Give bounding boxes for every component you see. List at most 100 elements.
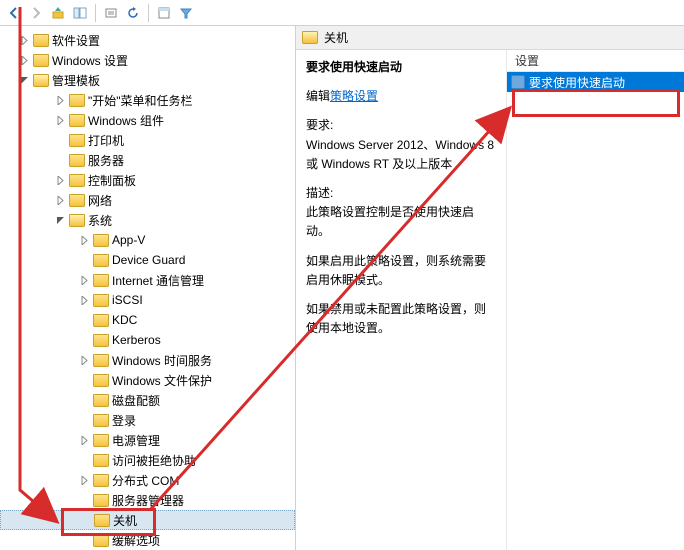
tree-item-label: 网络 xyxy=(88,192,112,209)
tree-item[interactable]: 网络 xyxy=(0,190,295,210)
tree-item[interactable]: 软件设置 xyxy=(0,30,295,50)
tree-item[interactable]: 控制面板 xyxy=(0,170,295,190)
edit-policy-link[interactable]: 策略设置 xyxy=(330,89,378,103)
tree-item[interactable]: App-V xyxy=(0,230,295,250)
tree-item[interactable]: 打印机 xyxy=(0,130,295,150)
tree-item[interactable]: 系统 xyxy=(0,210,295,230)
folder-icon xyxy=(93,274,109,287)
folder-icon xyxy=(93,234,109,247)
expander-icon[interactable] xyxy=(78,354,90,366)
tree-item[interactable]: 电源管理 xyxy=(0,430,295,450)
expander-icon[interactable] xyxy=(18,34,30,46)
folder-icon xyxy=(93,414,109,427)
folder-icon xyxy=(93,374,109,387)
folder-icon xyxy=(93,254,109,267)
properties-button[interactable] xyxy=(154,3,174,23)
show-hide-button[interactable] xyxy=(70,3,90,23)
tree-item[interactable]: 分布式 COM xyxy=(0,470,295,490)
back-button[interactable] xyxy=(4,3,24,23)
expander-icon[interactable] xyxy=(54,94,66,106)
folder-icon xyxy=(69,134,85,147)
up-button[interactable] xyxy=(48,3,68,23)
tree-item[interactable]: 服务器管理器 xyxy=(0,490,295,510)
expander-icon[interactable] xyxy=(54,214,66,226)
tree-item[interactable]: Device Guard xyxy=(0,250,295,270)
tree-item[interactable]: Windows 时间服务 xyxy=(0,350,295,370)
tree-item[interactable]: 服务器 xyxy=(0,150,295,170)
expander-icon[interactable] xyxy=(78,234,90,246)
tree-item[interactable]: "开始"菜单和任务栏 xyxy=(0,90,295,110)
folder-icon xyxy=(69,214,85,227)
disabled-text: 如果禁用或未配置此策略设置，则使用本地设置。 xyxy=(306,300,496,338)
forward-button[interactable] xyxy=(26,3,46,23)
expander-icon[interactable] xyxy=(78,474,90,486)
tree-item[interactable]: Windows 组件 xyxy=(0,110,295,130)
tree-item[interactable]: Windows 文件保护 xyxy=(0,370,295,390)
refresh-button[interactable] xyxy=(123,3,143,23)
tree-item-label: 服务器 xyxy=(88,152,124,169)
tree-item[interactable]: iSCSI xyxy=(0,290,295,310)
tree-panel[interactable]: 软件设置Windows 设置管理模板 "开始"菜单和任务栏 Windows 组件打印… xyxy=(0,26,296,550)
tree-item-label: 登录 xyxy=(112,412,136,429)
separator-icon xyxy=(148,4,149,22)
folder-icon xyxy=(69,154,85,167)
list-column: 设置 要求使用快速启动 xyxy=(506,50,684,550)
description-text: 此策略设置控制是否使用快速启动。 xyxy=(306,205,474,238)
folder-icon xyxy=(69,174,85,187)
tree-item-label: 控制面板 xyxy=(88,172,136,189)
requirements-label: 要求: xyxy=(306,118,333,132)
tree-item-label: Internet 通信管理 xyxy=(112,272,204,289)
folder-icon xyxy=(33,74,49,87)
expander-icon[interactable] xyxy=(54,114,66,126)
tree-item-label: 电源管理 xyxy=(112,432,160,449)
tree-item-label: Windows 组件 xyxy=(88,112,164,129)
folder-icon xyxy=(93,534,109,547)
policy-list-item[interactable]: 要求使用快速启动 xyxy=(507,72,684,92)
folder-icon xyxy=(93,314,109,327)
tree-item[interactable]: 登录 xyxy=(0,410,295,430)
tree-item-label: Kerberos xyxy=(112,333,161,347)
expander-icon[interactable] xyxy=(54,194,66,206)
folder-icon xyxy=(93,494,109,507)
folder-icon xyxy=(93,434,109,447)
list-column-header[interactable]: 设置 xyxy=(507,50,684,72)
tree-item[interactable]: Internet 通信管理 xyxy=(0,270,295,290)
tree-item[interactable]: KDC xyxy=(0,310,295,330)
tree-item-label: 缓解选项 xyxy=(112,532,160,549)
export-button[interactable] xyxy=(101,3,121,23)
folder-icon xyxy=(93,474,109,487)
tree-item-label: 访问被拒绝协助 xyxy=(112,452,196,469)
tree-item[interactable]: 管理模板 xyxy=(0,70,295,90)
tree-item-label: "开始"菜单和任务栏 xyxy=(88,92,193,109)
tree-item-label: iSCSI xyxy=(112,293,143,307)
tree-item-label: 关机 xyxy=(113,512,137,529)
tree-item-label: 打印机 xyxy=(88,132,124,149)
info-column: 要求使用快速启动 编辑策略设置 要求: Windows Server 2012、… xyxy=(296,50,506,550)
folder-icon xyxy=(93,394,109,407)
tree-item[interactable]: 磁盘配额 xyxy=(0,390,295,410)
tree-item[interactable]: Kerberos xyxy=(0,330,295,350)
separator-icon xyxy=(95,4,96,22)
tree-item-label: 分布式 COM xyxy=(112,472,179,489)
expander-icon[interactable] xyxy=(54,174,66,186)
expander-icon[interactable] xyxy=(78,274,90,286)
tree-item[interactable]: 缓解选项 xyxy=(0,530,295,550)
tree-item[interactable]: 访问被拒绝协助 xyxy=(0,450,295,470)
expander-icon[interactable] xyxy=(78,294,90,306)
expander-icon[interactable] xyxy=(18,74,30,86)
tree-item[interactable]: 关机 xyxy=(0,510,295,530)
tree-item[interactable]: Windows 设置 xyxy=(0,50,295,70)
folder-icon xyxy=(302,31,318,44)
filter-button[interactable] xyxy=(176,3,196,23)
tree-item-label: 磁盘配额 xyxy=(112,392,160,409)
tree-item-label: 服务器管理器 xyxy=(112,492,184,509)
expander-icon[interactable] xyxy=(78,434,90,446)
tree-item-label: 软件设置 xyxy=(52,32,100,49)
detail-header: 关机 xyxy=(296,26,684,50)
policy-item-label: 要求使用快速启动 xyxy=(529,74,625,91)
detail-panel: 关机 要求使用快速启动 编辑策略设置 要求: Windows Server 20… xyxy=(296,26,684,550)
expander-icon[interactable] xyxy=(18,54,30,66)
policy-title: 要求使用快速启动 xyxy=(306,58,496,77)
tree-item-label: KDC xyxy=(112,313,137,327)
folder-icon xyxy=(93,454,109,467)
